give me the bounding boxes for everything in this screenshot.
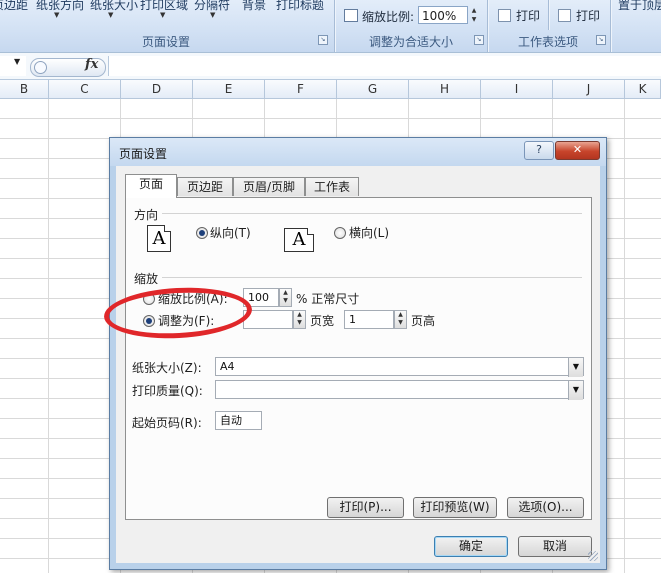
portrait-label[interactable]: 纵向(T) <box>210 224 251 241</box>
close-button[interactable]: ✕ <box>555 141 600 160</box>
formula-bar: ▼ fx <box>0 53 661 80</box>
adjust-to-spinner[interactable]: ▲ ▼ <box>279 288 292 307</box>
dialog-titlebar[interactable]: 页面设置 ? ✕ <box>110 138 606 166</box>
scale-launcher-icon[interactable]: ↘ <box>474 35 484 45</box>
landscape-page-icon: A <box>284 228 314 252</box>
fit-wide-spinner[interactable]: ▲ ▼ <box>293 310 306 329</box>
chevron-down-icon: ▼ <box>210 11 216 19</box>
ribbon-separator <box>334 0 335 52</box>
print-preview-button[interactable]: 打印预览(W) <box>413 497 497 518</box>
chevron-down-icon[interactable]: ▼ <box>568 381 583 400</box>
chevron-down-icon[interactable]: ▼ <box>568 358 583 377</box>
scale-input[interactable]: 100% <box>418 6 468 24</box>
chevron-down-icon[interactable]: ▼ <box>14 57 20 66</box>
headings-print-label: 打印 <box>576 9 601 23</box>
help-button[interactable]: ? <box>524 141 554 160</box>
scale-to-fit-group-label: 调整为合适大小 <box>368 35 453 49</box>
paper-size-select[interactable]: A4 ▼ <box>215 357 584 377</box>
size-button[interactable]: 纸张大小 <box>90 0 138 13</box>
dialog-title: 页面设置 <box>119 147 168 161</box>
page-tab-panel: 方向 A 纵向(T) A 横向(L) 缩放 缩放比例(A): 100 ▲ ▼ % … <box>125 197 592 520</box>
adjust-to-suffix: % 正常尺寸 <box>296 292 360 306</box>
chevron-down-icon: ▼ <box>108 11 114 19</box>
chevron-down-icon: ▼ <box>54 11 60 19</box>
page-setup-launcher-icon[interactable]: ↘ <box>318 35 328 45</box>
scale-label: 缩放比例: <box>362 10 415 24</box>
column-header[interactable]: B <box>0 80 49 99</box>
column-header[interactable]: H <box>409 80 481 99</box>
tab-sheet[interactable]: 工作表 <box>305 177 359 196</box>
tab-page[interactable]: 页面 <box>125 174 177 198</box>
page-setup-group-label: 页面设置 <box>141 35 190 49</box>
column-header[interactable]: K <box>625 80 661 99</box>
fit-wide-suffix: 页宽 <box>310 314 335 328</box>
landscape-label[interactable]: 横向(L) <box>349 224 389 241</box>
scale-spinner[interactable]: ▲ ▼ <box>469 6 479 24</box>
scaling-section-label: 缩放 <box>134 272 159 286</box>
options-button[interactable]: 选项(O)... <box>507 497 584 518</box>
name-box[interactable] <box>0 56 26 76</box>
dialog-body: 页面 页边距 页眉/页脚 工作表 方向 A 纵向(T) A 横向(L) 缩放 缩… <box>116 166 600 563</box>
headings-print-checkbox[interactable] <box>558 9 571 22</box>
column-header[interactable]: F <box>265 80 337 99</box>
ribbon-separator <box>548 0 549 30</box>
sheet-options-launcher-icon[interactable]: ↘ <box>596 35 606 45</box>
insert-function-icon[interactable]: fx <box>85 57 98 72</box>
circle-icon <box>34 61 47 74</box>
paper-size-label: 纸张大小(Z): <box>132 361 202 375</box>
paper-size-value: A4 <box>220 360 235 373</box>
sheet-options-group-label: 工作表选项 <box>517 35 578 49</box>
bring-forward-button[interactable]: 置于顶层 <box>618 0 661 13</box>
first-page-number-label: 起始页码(R): <box>132 416 202 430</box>
first-page-number-input[interactable]: 自动 <box>215 411 262 430</box>
fit-tall-input[interactable]: 1 <box>344 310 394 329</box>
scale-icon <box>344 9 358 22</box>
cancel-button[interactable]: 取消 <box>518 536 592 557</box>
page-setup-dialog: 页面设置 ? ✕ 页面 页边距 页眉/页脚 工作表 方向 A 纵向(T) A 横… <box>109 137 607 570</box>
tab-header-footer[interactable]: 页眉/页脚 <box>233 177 305 196</box>
landscape-radio[interactable] <box>334 227 346 239</box>
portrait-radio[interactable] <box>196 227 208 239</box>
column-header[interactable]: I <box>481 80 553 99</box>
fit-tall-suffix: 页高 <box>411 314 436 328</box>
column-header[interactable]: D <box>121 80 193 99</box>
ribbon: 页边距 纸张方向 纸张大小 打印区域 分隔符 背景 打印标题 ▼ ▼ ▼ ▼ 页… <box>0 0 661 53</box>
print-quality-label: 打印质量(Q): <box>132 384 203 398</box>
tab-margins[interactable]: 页边距 <box>177 177 233 196</box>
margins-button[interactable]: 页边距 <box>0 0 28 13</box>
fit-tall-spinner[interactable]: ▲ ▼ <box>394 310 407 329</box>
gridlines-print-label: 打印 <box>516 9 541 23</box>
ok-button[interactable]: 确定 <box>434 536 508 557</box>
chevron-down-icon: ▼ <box>160 11 166 19</box>
column-header[interactable]: J <box>553 80 625 99</box>
gridlines-print-checkbox[interactable] <box>498 9 511 22</box>
print-titles-button[interactable]: 打印标题 <box>276 0 324 13</box>
resize-grip-icon[interactable] <box>588 551 598 561</box>
print-quality-select[interactable]: ▼ <box>215 380 584 400</box>
formula-input[interactable] <box>108 56 661 76</box>
orientation-section-label: 方向 <box>134 208 159 222</box>
column-header[interactable]: G <box>337 80 409 99</box>
ribbon-separator <box>610 0 611 52</box>
portrait-page-icon: A <box>147 225 171 252</box>
print-button[interactable]: 打印(P)... <box>327 497 404 518</box>
column-header[interactable]: C <box>49 80 121 99</box>
column-header[interactable]: E <box>193 80 265 99</box>
divider <box>162 277 582 278</box>
orientation-button[interactable]: 纸张方向 <box>36 0 84 13</box>
background-button[interactable]: 背景 <box>242 0 266 13</box>
divider <box>162 213 582 214</box>
